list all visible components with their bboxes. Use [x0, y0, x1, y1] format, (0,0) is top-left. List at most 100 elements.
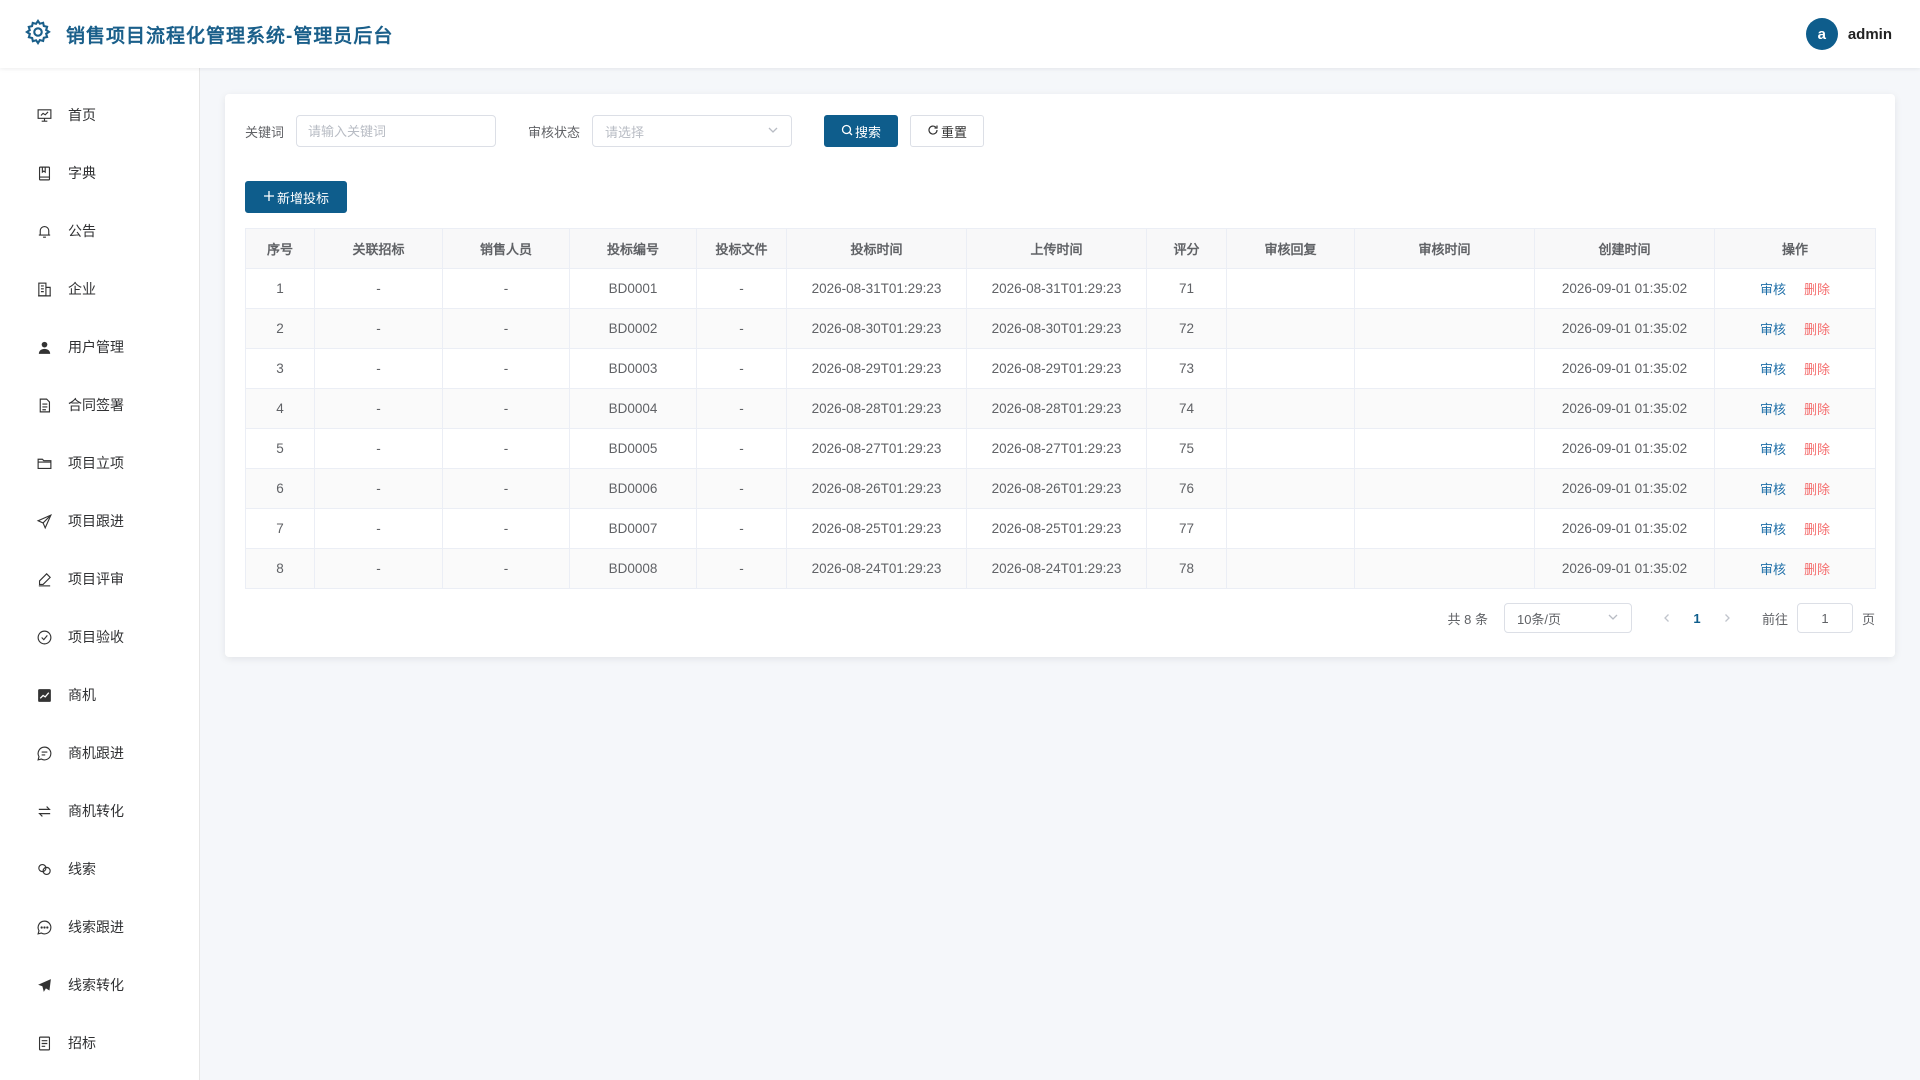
sidebar-item-project-followup[interactable]: 项目跟进	[0, 492, 199, 550]
list-document-icon	[35, 1034, 53, 1052]
table-cell-col-created-time: 2026-09-01 01:35:02	[1534, 548, 1715, 589]
status-select[interactable]: 请选择	[592, 115, 793, 147]
table-header-col-index: 序号	[245, 228, 315, 269]
delete-button[interactable]: 删除	[1804, 559, 1830, 578]
audit-button[interactable]: 审核	[1760, 399, 1786, 418]
sidebar-item-opportunity[interactable]: 商机	[0, 666, 199, 724]
table-cell-col-score: 77	[1146, 508, 1227, 549]
audit-button[interactable]: 审核	[1760, 519, 1786, 538]
status-label: 审核状态	[528, 124, 581, 140]
table-header-col-audit-reply: 审核回复	[1226, 228, 1355, 269]
table-cell-col-upload-time: 2026-08-28T01:29:23	[966, 388, 1147, 429]
table-cell-col-sales-person: -	[442, 428, 570, 469]
audit-button[interactable]: 审核	[1760, 319, 1786, 338]
sidebar-item-contract[interactable]: 合同签署	[0, 376, 199, 434]
search-button[interactable]: 搜索	[824, 115, 899, 147]
chevron-down-icon	[767, 124, 779, 139]
sidebar-item-label: 首页	[68, 107, 96, 123]
sidebar-item-opportunity-followup[interactable]: 商机跟进	[0, 724, 199, 782]
username[interactable]: admin	[1848, 26, 1892, 43]
top-header: 销售项目流程化管理系统-管理员后台 a admin	[0, 0, 1920, 68]
sidebar-item-lead-followup[interactable]: 线索跟进	[0, 898, 199, 956]
building-icon	[35, 280, 53, 298]
table-cell-col-audit-reply	[1226, 268, 1355, 309]
sidebar-item-tender[interactable]: 招标	[0, 1014, 199, 1072]
table-cell-col-score: 71	[1146, 268, 1227, 309]
audit-button[interactable]: 审核	[1760, 479, 1786, 498]
table-cell-col-index: 7	[245, 508, 315, 549]
table-header-col-score: 评分	[1146, 228, 1227, 269]
table-cell-col-audit-time	[1354, 508, 1535, 549]
page-size-select[interactable]: 10条/页	[1503, 603, 1632, 633]
sidebar-item-dictionary[interactable]: 字典	[0, 144, 199, 202]
table-cell-col-actions: 审核 删除	[1714, 348, 1876, 389]
delete-button[interactable]: 删除	[1804, 279, 1830, 298]
sidebar-item-project-setup[interactable]: 项目立项	[0, 434, 199, 492]
table-cell-col-bid-number: BD0004	[569, 388, 697, 429]
delete-button[interactable]: 删除	[1804, 439, 1830, 458]
table-cell-col-sales-person: -	[442, 308, 570, 349]
next-page-button[interactable]	[1712, 611, 1742, 626]
table-cell-col-related-tender: -	[314, 468, 443, 509]
sidebar-item-user-management[interactable]: 用户管理	[0, 318, 199, 376]
add-bid-button[interactable]: 新增投标	[245, 181, 347, 213]
table-cell-col-actions: 审核 删除	[1714, 548, 1876, 589]
user-menu[interactable]: a admin	[1805, 18, 1892, 50]
delete-button[interactable]: 删除	[1804, 359, 1830, 378]
keyword-input[interactable]	[296, 115, 497, 147]
page-number-current[interactable]: 1	[1682, 611, 1712, 626]
table-cell-col-created-time: 2026-09-01 01:35:02	[1534, 268, 1715, 309]
edit-pen-icon	[35, 570, 53, 588]
sidebar-item-lead[interactable]: 线索	[0, 840, 199, 898]
table-row: 3- - BD0003-2026-08-29T01:29:23 2026-08-29T…	[245, 348, 1876, 389]
table-row: 1- - BD0001-2026-08-31T01:29:23 2026-08-31T…	[245, 268, 1876, 309]
table-cell-col-bid-file: -	[696, 388, 787, 429]
folder-icon	[35, 454, 53, 472]
table-cell-col-related-tender: -	[314, 508, 443, 549]
prev-page-button[interactable]	[1652, 611, 1682, 626]
table-header-col-bid-number: 投标编号	[569, 228, 697, 269]
table-cell-col-created-time: 2026-09-01 01:35:02	[1534, 428, 1715, 469]
table-cell-col-created-time: 2026-09-01 01:35:02	[1534, 468, 1715, 509]
trend-chart-icon	[35, 686, 53, 704]
sidebar-item-label: 合同签署	[68, 397, 124, 413]
paper-plane-icon	[35, 976, 53, 994]
page-size-value: 10条/页	[1516, 611, 1562, 627]
sidebar-item-label: 商机	[68, 687, 96, 703]
audit-button[interactable]: 审核	[1760, 439, 1786, 458]
avatar[interactable]: a	[1805, 18, 1838, 50]
sidebar-item-company[interactable]: 企业	[0, 260, 199, 318]
delete-button[interactable]: 删除	[1804, 479, 1830, 498]
table-cell-col-sales-person: -	[442, 468, 570, 509]
pagination-total: 共 8 条	[1447, 611, 1488, 627]
table-row: 8- - BD0008-2026-08-24T01:29:23 2026-08-24T…	[245, 548, 1876, 589]
audit-button[interactable]: 审核	[1760, 559, 1786, 578]
table-cell-col-score: 75	[1146, 428, 1227, 469]
delete-button[interactable]: 删除	[1804, 519, 1830, 538]
reset-button[interactable]: 重置	[910, 115, 985, 147]
sidebar-item-lead-conversion[interactable]: 线索转化	[0, 956, 199, 1014]
sidebar-item-notice[interactable]: 公告	[0, 202, 199, 260]
table-cell-col-upload-time: 2026-08-25T01:29:23	[966, 508, 1147, 549]
chevron-left-icon	[1664, 613, 1669, 622]
goto-page-input[interactable]	[1796, 603, 1853, 633]
search-button-label: 搜索	[855, 124, 882, 140]
table-cell-col-score: 78	[1146, 548, 1227, 589]
delete-button[interactable]: 删除	[1804, 319, 1830, 338]
sidebar-item-opportunity-conversion[interactable]: 商机转化	[0, 782, 199, 840]
table-cell-col-created-time: 2026-09-01 01:35:02	[1534, 508, 1715, 549]
sidebar-item-home[interactable]: 首页	[0, 86, 199, 144]
delete-button[interactable]: 删除	[1804, 399, 1830, 418]
table-header-col-related-tender: 关联招标	[314, 228, 443, 269]
table-row: 4- - BD0004-2026-08-28T01:29:23 2026-08-28T…	[245, 388, 1876, 429]
table-cell-col-audit-reply	[1226, 468, 1355, 509]
table-cell-col-score: 74	[1146, 388, 1227, 429]
audit-button[interactable]: 审核	[1760, 359, 1786, 378]
audit-button[interactable]: 审核	[1760, 279, 1786, 298]
sidebar-item-project-acceptance[interactable]: 项目验收	[0, 608, 199, 666]
table-cell-col-upload-time: 2026-08-27T01:29:23	[966, 428, 1147, 469]
sidebar-item-project-review[interactable]: 项目评审	[0, 550, 199, 608]
table-cell-col-audit-reply	[1226, 548, 1355, 589]
sidebar-item-label: 招标	[68, 1035, 96, 1051]
table-cell-col-audit-time	[1354, 308, 1535, 349]
